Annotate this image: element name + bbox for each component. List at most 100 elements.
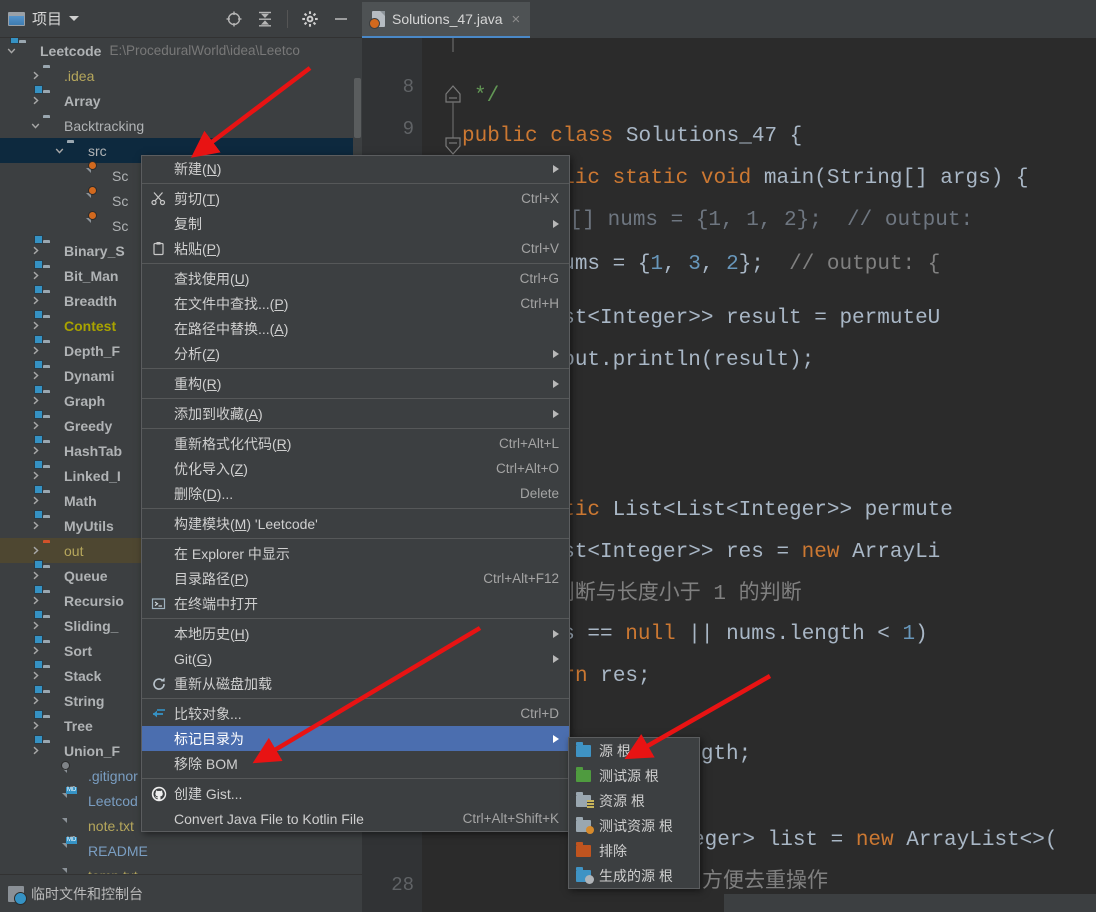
mark-directory-as-submenu[interactable]: 源 根测试源 根资源 根测试资源 根排除 生成的源 根 — [568, 737, 700, 889]
menu-item-19[interactable]: 构建模块(M) 'Leetcode' — [142, 511, 569, 536]
project-panel-title[interactable]: 项目 — [8, 8, 225, 29]
menu-separator — [142, 778, 569, 779]
folder-module-icon — [43, 243, 59, 259]
code-line: int[] nums = {1, 1, 2}; // output: — [532, 209, 974, 232]
refresh-icon — [150, 675, 167, 692]
folder-module-icon — [43, 418, 59, 434]
menu-item-label: 分析(Z) — [174, 345, 220, 362]
collapse-all-icon[interactable] — [256, 10, 274, 28]
menu-item-3[interactable]: 复制 — [142, 211, 569, 236]
submenu-item-4[interactable]: 排除 — [569, 838, 699, 863]
tree-node-.idea[interactable]: .idea — [0, 63, 362, 88]
tree-node-label: Backtracking — [64, 117, 145, 134]
close-icon[interactable]: × — [512, 11, 521, 28]
submenu-item-0[interactable]: 源 根 — [569, 738, 699, 763]
tree-node-label: Array — [64, 92, 101, 109]
menu-item-2[interactable]: 剪切(T) Ctrl+X — [142, 186, 569, 211]
menu-item-label: Convert Java File to Kotlin File — [174, 810, 364, 827]
tree-node-readme[interactable]: MD README — [0, 836, 362, 863]
menu-item-label: 在终端中打开 — [174, 595, 258, 612]
tree-node-label: Union_F — [64, 742, 120, 759]
project-panel-label: 项目 — [32, 11, 63, 28]
tree-node-label: Sliding_ — [64, 617, 119, 634]
chevron-down-icon[interactable] — [28, 113, 43, 138]
menu-item-label: 复制 — [174, 215, 202, 232]
tree-node-leetcode[interactable]: Leetcode E:\ProceduralWorld\idea\Leetco — [0, 38, 362, 63]
folder-icon — [67, 143, 83, 159]
menu-item-15[interactable]: 重新格式化代码(R) Ctrl+Alt+L — [142, 431, 569, 456]
project-panel-header: 项目 — [0, 0, 362, 38]
folder-module-icon — [43, 618, 59, 634]
scissors-icon — [150, 190, 167, 207]
menu-item-0[interactable]: 新建(N) — [142, 156, 569, 181]
menu-item-6[interactable]: 查找使用(U) Ctrl+G — [142, 266, 569, 291]
menu-item-16[interactable]: 优化导入(Z) Ctrl+Alt+O — [142, 456, 569, 481]
menu-item-label: 移除 BOM — [174, 755, 238, 772]
menu-item-accelerator: Ctrl+V — [521, 241, 559, 256]
folder-module-icon — [43, 318, 59, 334]
java-file-icon — [88, 160, 107, 184]
project-context-menu[interactable]: 新建(N) 剪切(T) Ctrl+X 复制粘贴(P) Ctrl+V 查找使用(U) Ctrl… — [141, 155, 570, 832]
submenu-item-2[interactable]: 资源 根 — [569, 788, 699, 813]
menu-item-17[interactable]: 删除(D)... Delete — [142, 481, 569, 506]
submenu-arrow-icon — [553, 734, 559, 743]
folder-module-icon — [43, 443, 59, 459]
menu-item-33[interactable]: 创建 Gist... — [142, 781, 569, 806]
menu-item-7[interactable]: 在文件中查找...(P) Ctrl+H — [142, 291, 569, 316]
submenu-arrow-icon — [553, 379, 559, 388]
markdown-file-icon: MD — [66, 786, 78, 794]
tree-node-label: Sort — [64, 642, 92, 659]
folder-module-icon — [43, 393, 59, 409]
menu-item-label: 剪切(T) — [174, 190, 220, 207]
submenu-item-3[interactable]: 测试资源 根 — [569, 813, 699, 838]
menu-item-26[interactable]: Git(G) — [142, 646, 569, 671]
menu-item-21[interactable]: 在 Explorer 中显示 — [142, 541, 569, 566]
tree-node-label: .gitignor — [88, 767, 138, 784]
submenu-item-5[interactable]: 生成的源 根 — [569, 863, 699, 888]
tree-node-temp.txt[interactable]: temp.txt — [0, 863, 362, 875]
menu-item-4[interactable]: 粘贴(P) Ctrl+V — [142, 236, 569, 261]
menu-item-31[interactable]: 移除 BOM — [142, 751, 569, 776]
folder-module-icon — [43, 493, 59, 509]
java-file-icon — [88, 210, 107, 234]
submenu-arrow-icon — [553, 629, 559, 638]
menu-item-34[interactable]: Convert Java File to Kotlin File Ctrl+Alt… — [142, 806, 569, 831]
menu-item-accelerator: Ctrl+Alt+Shift+K — [462, 811, 559, 826]
menu-item-13[interactable]: 添加到收藏(A) — [142, 401, 569, 426]
menu-item-8[interactable]: 在路径中替换...(A) — [142, 316, 569, 341]
chevron-down-icon[interactable] — [52, 138, 67, 163]
menu-item-9[interactable]: 分析(Z) — [142, 341, 569, 366]
editor-tab-solutions-47[interactable]: Solutions_47.java × — [362, 2, 531, 38]
menu-item-label: 新建(N) — [174, 160, 222, 177]
submenu-arrow-icon — [553, 349, 559, 358]
menu-item-label: 比较对象... — [174, 705, 242, 722]
toolbar-divider — [287, 9, 288, 28]
folder-module-icon — [43, 518, 59, 534]
tree-node-label: Tree — [64, 717, 93, 734]
menu-item-label: 标记目录为 — [174, 730, 244, 747]
scratches-and-consoles-row[interactable]: 临时文件和控制台 — [0, 874, 362, 912]
tree-node-label: Bit_Man — [64, 267, 119, 284]
menu-item-11[interactable]: 重构(R) — [142, 371, 569, 396]
minimize-icon[interactable] — [332, 10, 350, 28]
project-tree-scrollbar-thumb[interactable] — [354, 78, 361, 138]
submenu-arrow-icon — [553, 164, 559, 173]
menu-item-27[interactable]: 重新从磁盘加载 — [142, 671, 569, 696]
menu-item-25[interactable]: 本地历史(H) — [142, 621, 569, 646]
menu-separator — [142, 618, 569, 619]
menu-item-22[interactable]: 目录路径(P) Ctrl+Alt+F12 — [142, 566, 569, 591]
locate-icon[interactable] — [225, 10, 243, 28]
folder-module-icon — [43, 568, 59, 584]
chevron-down-icon[interactable] — [69, 16, 80, 21]
menu-item-label: 重新格式化代码(R) — [174, 435, 292, 452]
tree-node-backtracking[interactable]: Backtracking — [0, 113, 362, 138]
folder-module-icon — [43, 643, 59, 659]
menu-item-29[interactable]: 比较对象... Ctrl+D — [142, 701, 569, 726]
menu-item-23[interactable]: 在终端中打开 — [142, 591, 569, 616]
code-line: 方便去重操作 — [702, 871, 828, 894]
submenu-item-1[interactable]: 测试源 根 — [569, 763, 699, 788]
folder-module-icon — [43, 93, 59, 109]
gear-icon[interactable] — [301, 10, 319, 28]
menu-item-30[interactable]: 标记目录为 — [142, 726, 569, 751]
tree-node-array[interactable]: Array — [0, 88, 362, 113]
